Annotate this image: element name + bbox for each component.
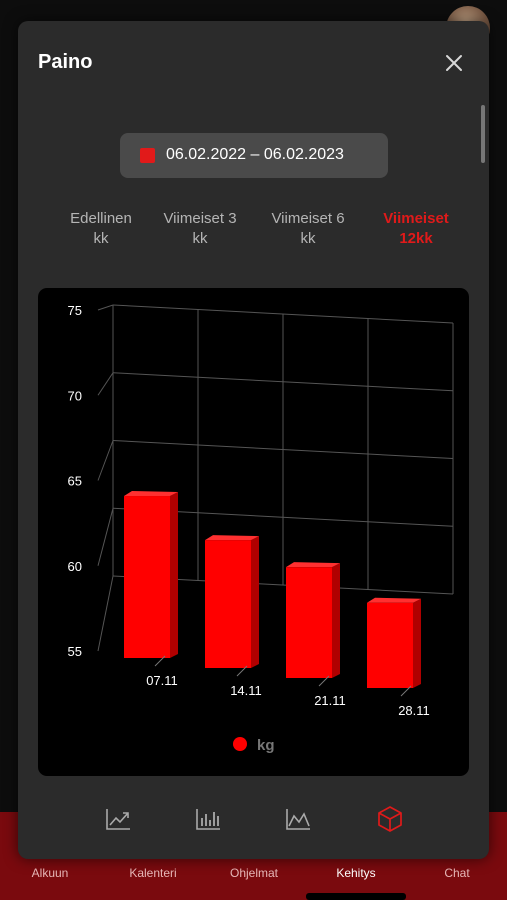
bar-side: [251, 536, 259, 668]
tab-label-line2: kk: [192, 230, 208, 247]
bar-side: [332, 563, 340, 678]
home-indicator: [306, 893, 406, 900]
scrollbar[interactable]: [481, 105, 485, 163]
tab-last-6-months[interactable]: Viimeiset 6 kk: [258, 209, 358, 249]
tab-previous-month[interactable]: Edellinen kk: [51, 209, 151, 249]
gridline: [97, 575, 114, 652]
area-chart-icon[interactable]: [283, 804, 313, 834]
tab-label-line1: Viimeiset 6: [271, 210, 345, 227]
tab-label-line1: Viimeiset: [383, 210, 449, 227]
x-tick-label: 28.11: [398, 703, 430, 718]
tab-last-3-months[interactable]: Viimeiset 3 kk: [150, 209, 250, 249]
date-range-button[interactable]: 06.02.2022 – 06.02.2023: [120, 133, 388, 178]
legend-marker: [233, 737, 247, 751]
bar-top: [286, 562, 340, 568]
nav-item-progress[interactable]: Kehitys: [336, 866, 375, 880]
gridline: [97, 372, 114, 396]
nav-item-calendar[interactable]: Kalenteri: [129, 866, 176, 880]
y-tick-label: 55: [68, 644, 82, 659]
bar: [367, 602, 413, 688]
x-tick-label: 07.11: [146, 673, 178, 688]
modal-title: Paino: [38, 51, 93, 73]
bar-top: [124, 491, 178, 497]
tab-last-12-months[interactable]: Viimeiset 12kk: [366, 209, 466, 249]
tab-label-line2: 12kk: [399, 230, 433, 247]
weight-chart-card: 55 60 65 70 75 07.11 14.11 21.11 28.11 kg: [38, 288, 469, 776]
close-icon[interactable]: [442, 51, 466, 75]
weight-chart: 55 60 65 70 75 07.11 14.11 21.11 28.11 kg: [68, 303, 454, 754]
bar-chart-icon[interactable]: [193, 804, 223, 834]
chart-type-toolbar: [18, 804, 489, 844]
tab-label-line2: kk: [93, 230, 109, 247]
calendar-icon: [140, 148, 155, 163]
bar: [124, 496, 170, 658]
legend-label: kg: [257, 737, 275, 754]
bar: [286, 567, 332, 678]
gridline: [97, 508, 114, 566]
tab-label-line2: kk: [300, 230, 316, 247]
nav-item-home[interactable]: Alkuun: [32, 866, 69, 880]
cube-3d-icon[interactable]: [375, 804, 405, 834]
y-tick-label: 75: [68, 303, 82, 318]
bar-top: [367, 597, 421, 603]
gridline: [97, 440, 114, 481]
nav-item-chat[interactable]: Chat: [444, 866, 469, 880]
y-tick-label: 65: [68, 474, 82, 489]
nav-item-programs[interactable]: Ohjelmat: [230, 866, 278, 880]
gridline: [97, 304, 114, 311]
y-tick-label: 60: [68, 559, 82, 574]
weight-modal: Paino 06.02.2022 – 06.02.2023 Edellinen …: [18, 21, 489, 859]
date-range-text: 06.02.2022 – 06.02.2023: [166, 146, 344, 163]
bar-side: [413, 598, 421, 688]
x-tick-label: 21.11: [314, 693, 346, 708]
bar-side: [170, 492, 178, 658]
y-tick-label: 70: [68, 388, 82, 403]
bar: [205, 540, 251, 668]
tab-label-line1: Viimeiset 3: [163, 210, 237, 227]
x-tick-label: 14.11: [230, 683, 262, 698]
bar-top: [205, 535, 259, 541]
line-chart-icon[interactable]: [103, 804, 133, 834]
tab-label-line1: Edellinen: [70, 210, 132, 227]
